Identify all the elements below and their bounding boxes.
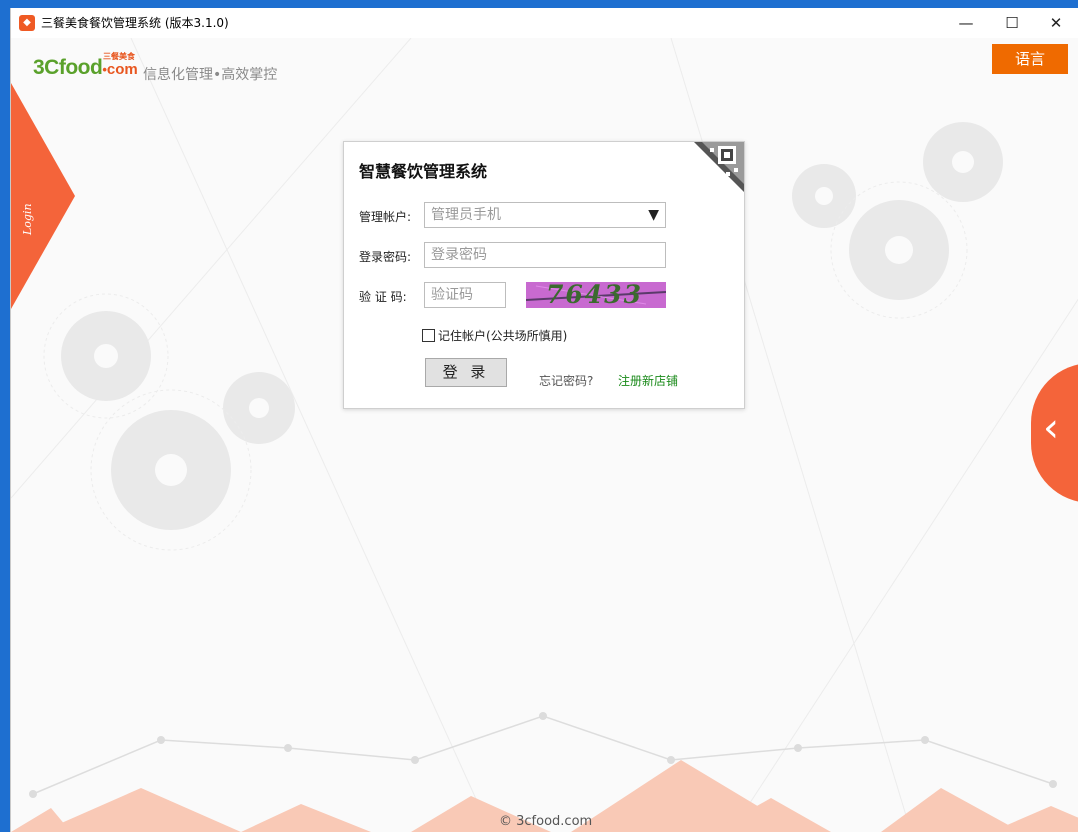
account-label: 管理帐户: [359, 210, 412, 224]
maximize-button[interactable]: ☐ [989, 8, 1035, 38]
remember-account[interactable]: 记住帐户(公共场所慎用) [422, 327, 567, 344]
forgot-password-link[interactable]: 忘记密码? [539, 372, 593, 389]
login-side-tab: Login [11, 83, 75, 309]
account-select[interactable]: 管理员手机 ▼ [424, 202, 666, 228]
captcha-placeholder: 验证码 [431, 287, 473, 303]
login-tab-label: Login [21, 203, 34, 235]
app-logo-icon: ◆ [19, 15, 35, 31]
close-button[interactable]: ✕ [1033, 8, 1078, 38]
register-store-link[interactable]: 注册新店铺 [618, 372, 678, 389]
captcha-input[interactable]: 验证码 [424, 282, 506, 308]
login-tab-shape [11, 83, 75, 309]
captcha-image[interactable]: 76433 [526, 282, 666, 308]
dropdown-arrow-icon: ▼ [648, 207, 659, 223]
logo-main-text: 3Cfood [33, 56, 103, 79]
logo-com-text: com [106, 61, 138, 78]
copyright: © 3cfood.com [499, 814, 593, 829]
title-bar: ◆ 三餐美食餐饮管理系统 (版本3.1.0) — ☐ ✕ [11, 8, 1078, 38]
login-button[interactable]: 登 录 [425, 358, 507, 387]
captcha-label: 验 证 码: [359, 290, 407, 304]
login-panel: 智慧餐饮管理系统 管理帐户: 管理员手机 ▼ 登录密码: 登录密码 验 证 码: [343, 141, 745, 409]
window-title: 三餐美食餐饮管理系统 (版本3.1.0) [41, 16, 229, 30]
password-label: 登录密码: [359, 250, 412, 264]
logo-chinese-text: 三餐美食 [103, 52, 135, 61]
brand-logo: 3Cfood•com 三餐美食 [33, 52, 138, 80]
app-window: ◆ 三餐美食餐饮管理系统 (版本3.1.0) — ☐ ✕ 3Cfood•com … [10, 8, 1078, 832]
remember-checkbox[interactable] [422, 329, 435, 342]
language-button[interactable]: 语言 [992, 44, 1068, 74]
password-placeholder: 登录密码 [431, 247, 487, 263]
minimize-button[interactable]: — [943, 8, 989, 38]
captcha-code: 76433 [546, 282, 643, 308]
remember-label: 记住帐户(公共场所慎用) [438, 329, 568, 343]
main-content: 3Cfood•com 三餐美食 信息化管理•高效掌控 语言 Login ‹ 智慧… [11, 38, 1078, 832]
panel-title: 智慧餐饮管理系统 [359, 162, 488, 181]
password-input[interactable]: 登录密码 [424, 242, 666, 268]
qr-code-icon[interactable] [694, 142, 744, 192]
chevron-left-icon: ‹ [1043, 405, 1059, 451]
slogan: 信息化管理•高效掌控 [143, 67, 278, 83]
account-placeholder: 管理员手机 [431, 207, 501, 223]
